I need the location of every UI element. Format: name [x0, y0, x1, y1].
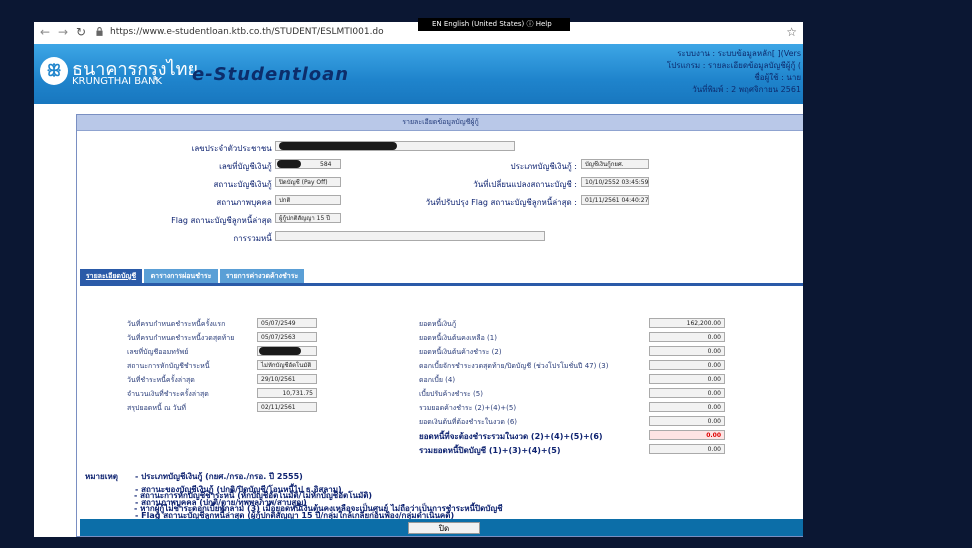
account-detail-panel: รายละเอียดข้อมูลบัญชีผู้กู้ เลขประจำตัวป…	[76, 114, 803, 537]
total-due-value: 0.00	[649, 430, 725, 440]
redacted-account-prefix	[277, 160, 301, 168]
user-line: ชื่อผู้ใช้ : นาย	[754, 73, 801, 82]
url-text[interactable]: https://www.e-studentloan.ktb.co.th/STUD…	[110, 27, 384, 37]
status-change-date-label: วันที่เปลี่ยนแปลงสถานะบัญชี :	[473, 180, 577, 189]
account-type-field: บัญชีเงินกู้กยศ.	[581, 159, 649, 169]
close-button[interactable]: ปิด	[408, 522, 480, 534]
auto-debit-status-label: สถานะการหักบัญชีชำระหนี้	[127, 362, 210, 370]
penalty-label: เบี้ยปรับค้างชำระ (5)	[419, 390, 483, 398]
account-status-label: สถานะบัญชีเงินกู้ :	[213, 180, 278, 189]
last-payment-date-value: 29/10/2561	[257, 374, 317, 384]
first-due-date-label: วันที่ครบกำหนดชำระหนี้ครั้งแรก	[127, 320, 226, 328]
program-line: โปรแกรม : รายละเอียดข้อมูลบัญชีผู้กู้ (	[666, 61, 801, 70]
interest-label: ดอกเบี้ย (4)	[419, 376, 456, 384]
print-date-line: วันที่พิมพ์ : 2 พฤศจิกายน 2561	[692, 85, 801, 94]
last-payment-amount-label: จำนวนเงินที่ชำระครั้งล่าสุด	[127, 390, 209, 398]
back-icon[interactable]: ←	[38, 25, 52, 39]
principal-remaining-label: ยอดหนี้เงินต้นคงเหลือ (1)	[419, 334, 497, 342]
status-change-date-field: 10/10/2552 03:45:59	[581, 177, 649, 187]
payoff-total-value: 0.00	[649, 444, 725, 454]
flag-update-label: วันที่ปรับปรุง Flag สถานะบัญชีลูกหนี้ล่า…	[425, 198, 577, 207]
summary-date-value: 02/11/2561	[257, 402, 317, 412]
installment-principal-label: ยอดเงินต้นที่ต้องชำระในงวด (6)	[419, 418, 517, 426]
person-status-field: ปกติ	[275, 195, 341, 205]
total-due-label: ยอดหนี้ที่จะต้องชำระรวมในงวด (2)+(4)+(5)…	[419, 432, 603, 441]
last-due-date-label: วันที่ครบกำหนดชำระหนี้งวดสุดท้าย	[127, 334, 235, 342]
reload-icon[interactable]: ↻	[74, 25, 88, 39]
note-item: - ประเภทบัญชีเงินกู้ (กยศ./กรอ./กรอ. ปี …	[135, 472, 303, 481]
tab-payment-schedule[interactable]: ตารางการผ่อนชำระ	[144, 269, 218, 283]
account-no-label: เลขที่บัญชีเงินกู้ :	[219, 162, 277, 171]
bank-name-english: KRUNGTHAI BANK	[72, 76, 163, 87]
summary-date-label: สรุปยอดหนี้ ณ วันที่	[127, 404, 187, 412]
final-interest-value: 0.00	[649, 360, 725, 370]
flag-update-field: 01/11/2561 04:40:27	[581, 195, 649, 205]
savings-account-label: เลขที่บัญชีออมทรัพย์	[127, 348, 189, 356]
note-item: - สถานภาพบุคคล (ปกติ/ตาย/ทุพพลภาพ/สาบสูญ…	[135, 498, 307, 507]
auto-debit-status-value: ไม่หักบัญชีอัตโนมัติ	[257, 360, 317, 370]
guarantee-label: การรวมหนี้ :	[233, 234, 277, 243]
total-overdue-value: 0.00	[649, 402, 725, 412]
forward-icon[interactable]: →	[56, 25, 70, 39]
browser-window: ← → ↻ https://www.e-studentloan.ktb.co.t…	[34, 22, 803, 537]
final-interest-label: ดอกเบี้ยจักรชำระงวดสุดท้าย/ปิดบัญชี (ช่ว…	[419, 362, 609, 370]
last-payment-date-label: วันที่ชำระหนี้ครั้งล่าสุด	[127, 376, 195, 384]
account-type-label: ประเภทบัญชีเงินกู้ :	[510, 162, 577, 171]
tab-underline	[80, 283, 803, 286]
redacted-savings-account	[259, 347, 301, 355]
tab-account-detail[interactable]: รายละเอียดบัญชี	[80, 269, 142, 283]
loan-amount-value: 162,200.00	[649, 318, 725, 328]
payoff-total-label: รวมยอดหนี้ปิดบัญชี (1)+(3)+(4)+(5)	[419, 446, 561, 455]
redacted-id	[279, 142, 397, 150]
interest-value: 0.00	[649, 374, 725, 384]
language-bar[interactable]: EN English (United States) ⓘ Help	[418, 18, 570, 31]
id-label: เลขประจำตัวประชาชน :	[191, 144, 277, 153]
system-line: ระบบงาน : ระบบข้อมูลหลัก[ ](Vers	[677, 49, 801, 58]
person-status-label: สถานภาพบุคคล :	[216, 198, 277, 207]
principal-overdue-value: 0.00	[649, 346, 725, 356]
flag-field: ผู้กู้ปกติสัญญา 15 ปี	[275, 213, 341, 223]
loan-amount-label: ยอดหนี้เงินกู้	[419, 320, 457, 328]
total-overdue-label: รวมยอดค้างชำระ (2)+(4)+(5)	[419, 404, 517, 412]
krungthai-logo-icon: ꕥ	[40, 57, 68, 85]
panel-title: รายละเอียดข้อมูลบัญชีผู้กู้	[77, 115, 803, 131]
principal-remaining-value: 0.00	[649, 332, 725, 342]
app-name: e-Studentloan	[192, 64, 350, 85]
bookmark-star-icon[interactable]: ☆	[786, 25, 797, 39]
last-payment-amount-value: 10,731.75	[257, 388, 317, 398]
last-due-date-value: 05/07/2563	[257, 332, 317, 342]
system-info: ระบบงาน : ระบบข้อมูลหลัก[ ](Vers โปรแกรม…	[667, 48, 801, 96]
note-item: - สถานะของบัญชีเงินกู้ (ปกติ/ปิดบัญชี/โอ…	[135, 485, 342, 494]
penalty-value: 0.00	[649, 388, 725, 398]
footer-bar: ปิด	[80, 519, 803, 536]
account-status-field: ปิดบัญชี (Pay Off)	[275, 177, 341, 187]
principal-overdue-label: ยอดหนี้เงินต้นค้างชำระ (2)	[419, 348, 502, 356]
first-due-date-value: 05/07/2549	[257, 318, 317, 328]
installment-principal-value: 0.00	[649, 416, 725, 426]
lock-icon	[96, 27, 103, 36]
notes-title: หมายเหตุ	[85, 472, 118, 481]
guarantee-field	[275, 231, 545, 241]
tab-overdue-installments[interactable]: รายการค่างวดค้างชำระ	[220, 269, 304, 283]
site-banner: ꕥ ธนาคารกรุงไทย KRUNGTHAI BANK e-Student…	[34, 44, 803, 104]
page-content: รายละเอียดข้อมูลบัญชีผู้กู้ เลขประจำตัวป…	[34, 104, 803, 537]
flag-label: Flag สถานะบัญชีลูกหนี้ล่าสุด :	[171, 216, 277, 225]
